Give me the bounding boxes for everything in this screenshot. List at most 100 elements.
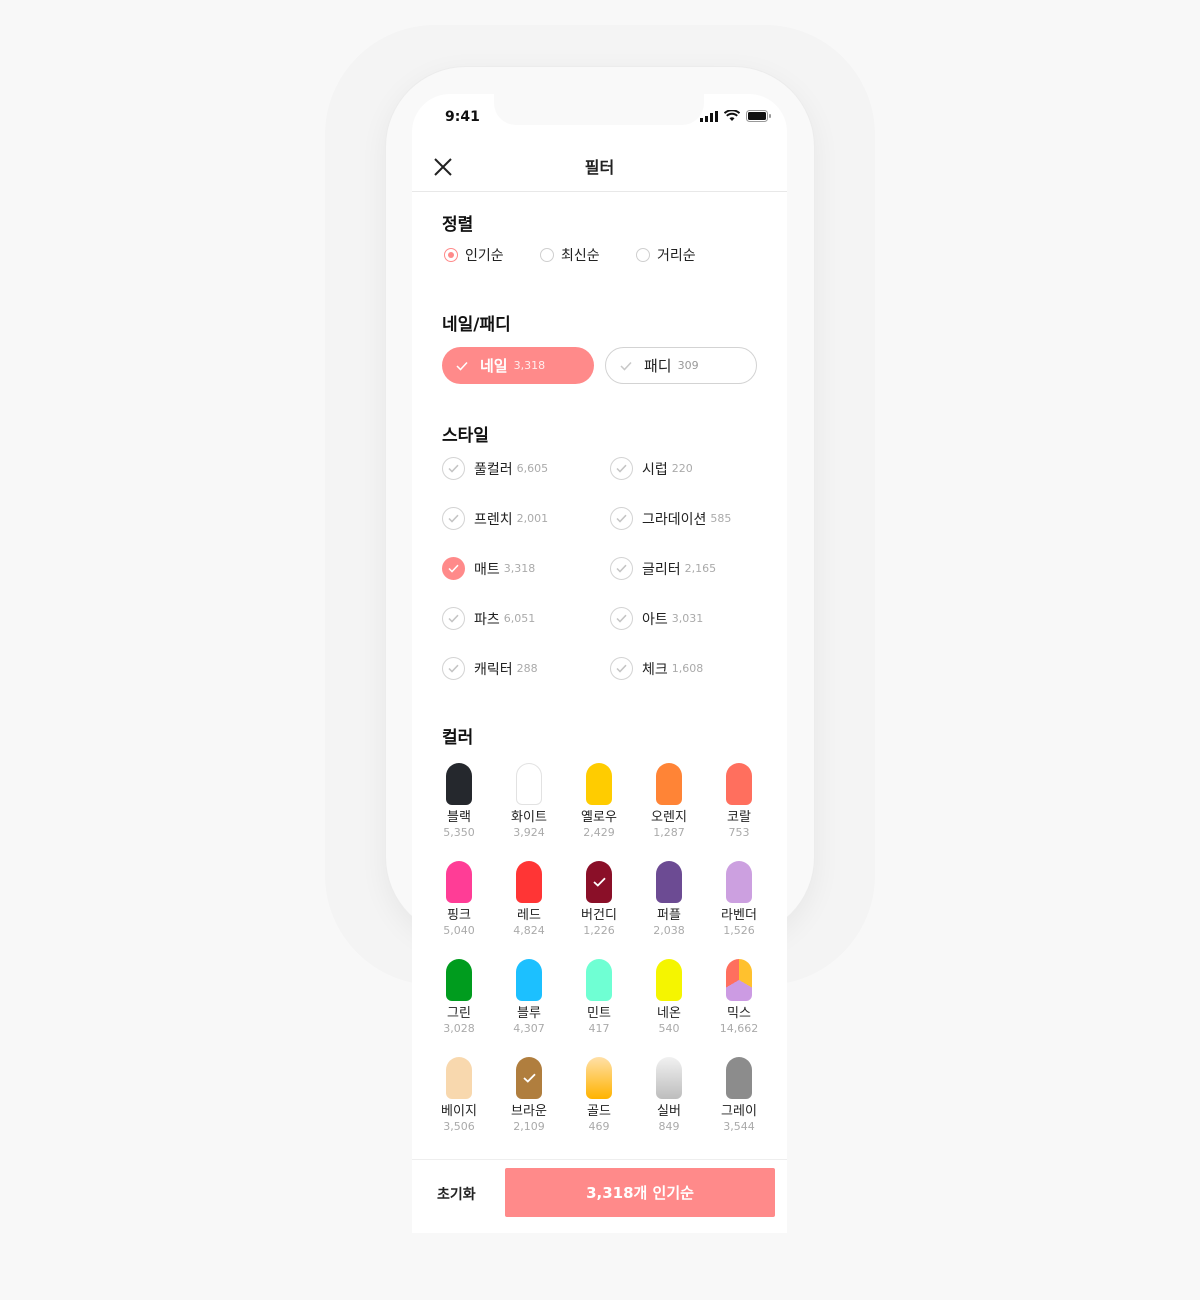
- color-option[interactable]: 믹스 14,662: [704, 959, 774, 1036]
- style-option[interactable]: 아트 3,031: [610, 607, 703, 630]
- style-option[interactable]: 시럽 220: [610, 457, 693, 480]
- color-option[interactable]: 블랙 5,350: [424, 763, 494, 840]
- style-option[interactable]: 그라데이션 585: [610, 507, 731, 530]
- color-option-count: 2,429: [583, 826, 615, 839]
- color-option-label: 화이트: [511, 810, 547, 825]
- check-icon: [592, 877, 606, 887]
- color-option[interactable]: 버건디 1,226: [564, 861, 634, 938]
- style-option-count: 288: [516, 662, 538, 675]
- color-option[interactable]: 브라운 2,109: [494, 1057, 564, 1134]
- sort-options: 인기순 최신순 거리순: [444, 245, 696, 265]
- style-option-label: 체크: [642, 661, 668, 678]
- reset-button[interactable]: 초기화: [437, 1184, 476, 1204]
- color-option-count: 753: [728, 826, 750, 839]
- radio-unchecked-icon: [636, 248, 650, 262]
- color-option-label: 블루: [517, 1006, 541, 1021]
- color-option[interactable]: 그레이 3,544: [704, 1057, 774, 1134]
- sort-option-label: 거리순: [657, 248, 696, 264]
- style-option[interactable]: 풀컬러 6,605: [442, 457, 548, 480]
- check-icon: [456, 361, 468, 371]
- apply-button[interactable]: 3,318개 인기순: [505, 1168, 775, 1217]
- check-circle-icon: [442, 657, 465, 680]
- check-circle-icon: [442, 557, 465, 580]
- color-swatch: [656, 861, 682, 903]
- color-option-label: 오렌지: [651, 810, 687, 825]
- color-swatch: [656, 1057, 682, 1099]
- style-option-count: 220: [671, 462, 693, 475]
- type-option-nail[interactable]: 네일 3,318: [442, 347, 594, 384]
- color-option-label: 믹스: [727, 1006, 751, 1021]
- color-swatch: [586, 861, 612, 903]
- color-option[interactable]: 옐로우 2,429: [564, 763, 634, 840]
- check-circle-icon: [442, 607, 465, 630]
- type-option-pedi[interactable]: 패디 309: [605, 347, 757, 384]
- check-circle-icon: [442, 507, 465, 530]
- color-option[interactable]: 골드 469: [564, 1057, 634, 1134]
- style-option-label: 시럽: [642, 461, 668, 478]
- style-option-label: 그라데이션: [642, 511, 707, 528]
- color-swatch: [446, 861, 472, 903]
- color-option[interactable]: 화이트 3,924: [494, 763, 564, 840]
- color-option-label: 브라운: [511, 1104, 547, 1119]
- color-swatch: [446, 1057, 472, 1099]
- color-option[interactable]: 베이지 3,506: [424, 1057, 494, 1134]
- color-section-title: 컬러: [442, 728, 474, 748]
- color-swatch: [656, 763, 682, 805]
- style-option[interactable]: 글리터 2,165: [610, 557, 716, 580]
- color-option-label: 네온: [657, 1006, 681, 1021]
- style-option-count: 2,001: [516, 512, 549, 525]
- color-swatch: [586, 1057, 612, 1099]
- color-swatch: [726, 1057, 752, 1099]
- color-option[interactable]: 네온 540: [634, 959, 704, 1036]
- color-option[interactable]: 블루 4,307: [494, 959, 564, 1036]
- style-option[interactable]: 체크 1,608: [610, 657, 703, 680]
- page-title: 필터: [584, 158, 615, 177]
- type-section-title: 네일/패디: [442, 315, 511, 335]
- style-section-title: 스타일: [442, 426, 489, 446]
- style-option[interactable]: 캐릭터 288: [442, 657, 538, 680]
- color-swatch: [516, 763, 542, 805]
- color-swatch: [726, 763, 752, 805]
- color-option-count: 469: [588, 1120, 610, 1133]
- color-option-count: 849: [658, 1120, 680, 1133]
- style-option-label: 매트: [474, 561, 500, 578]
- color-swatch: [726, 959, 752, 1001]
- color-option[interactable]: 코랄 753: [704, 763, 774, 840]
- sort-option-popular[interactable]: 인기순: [444, 245, 540, 265]
- style-option[interactable]: 매트 3,318: [442, 557, 535, 580]
- sort-option-label: 인기순: [465, 248, 504, 264]
- style-option-count: 1,608: [671, 662, 704, 675]
- notch: [494, 94, 704, 125]
- style-option-count: 2,165: [684, 562, 717, 575]
- color-option[interactable]: 핑크 5,040: [424, 861, 494, 938]
- color-option[interactable]: 그린 3,028: [424, 959, 494, 1036]
- style-option-label: 아트: [642, 611, 668, 628]
- color-option-label: 코랄: [727, 810, 751, 825]
- color-option[interactable]: 퍼플 2,038: [634, 861, 704, 938]
- sort-option-label: 최신순: [561, 248, 600, 264]
- type-option-count: 309: [677, 359, 699, 372]
- sort-option-distance[interactable]: 거리순: [636, 245, 696, 265]
- wifi-icon: [724, 110, 740, 121]
- style-option[interactable]: 프렌치 2,001: [442, 507, 548, 530]
- color-option-label: 레드: [517, 908, 541, 923]
- color-option[interactable]: 실버 849: [634, 1057, 704, 1134]
- color-option[interactable]: 라벤더 1,526: [704, 861, 774, 938]
- color-option[interactable]: 민트 417: [564, 959, 634, 1036]
- check-circle-icon: [610, 457, 633, 480]
- header-bar: 필터: [412, 138, 787, 192]
- color-option[interactable]: 레드 4,824: [494, 861, 564, 938]
- style-option-count: 585: [710, 512, 732, 525]
- color-swatch: [656, 959, 682, 1001]
- battery-icon: [746, 110, 771, 122]
- color-option-label: 라벤더: [721, 908, 757, 923]
- radio-unchecked-icon: [540, 248, 554, 262]
- style-option[interactable]: 파츠 6,051: [442, 607, 535, 630]
- style-option-label: 캐릭터: [474, 661, 513, 678]
- status-icons: [700, 110, 771, 122]
- color-option-label: 민트: [587, 1006, 611, 1021]
- check-circle-icon: [610, 557, 633, 580]
- style-option-count: 3,318: [503, 562, 536, 575]
- sort-option-latest[interactable]: 최신순: [540, 245, 636, 265]
- color-option[interactable]: 오렌지 1,287: [634, 763, 704, 840]
